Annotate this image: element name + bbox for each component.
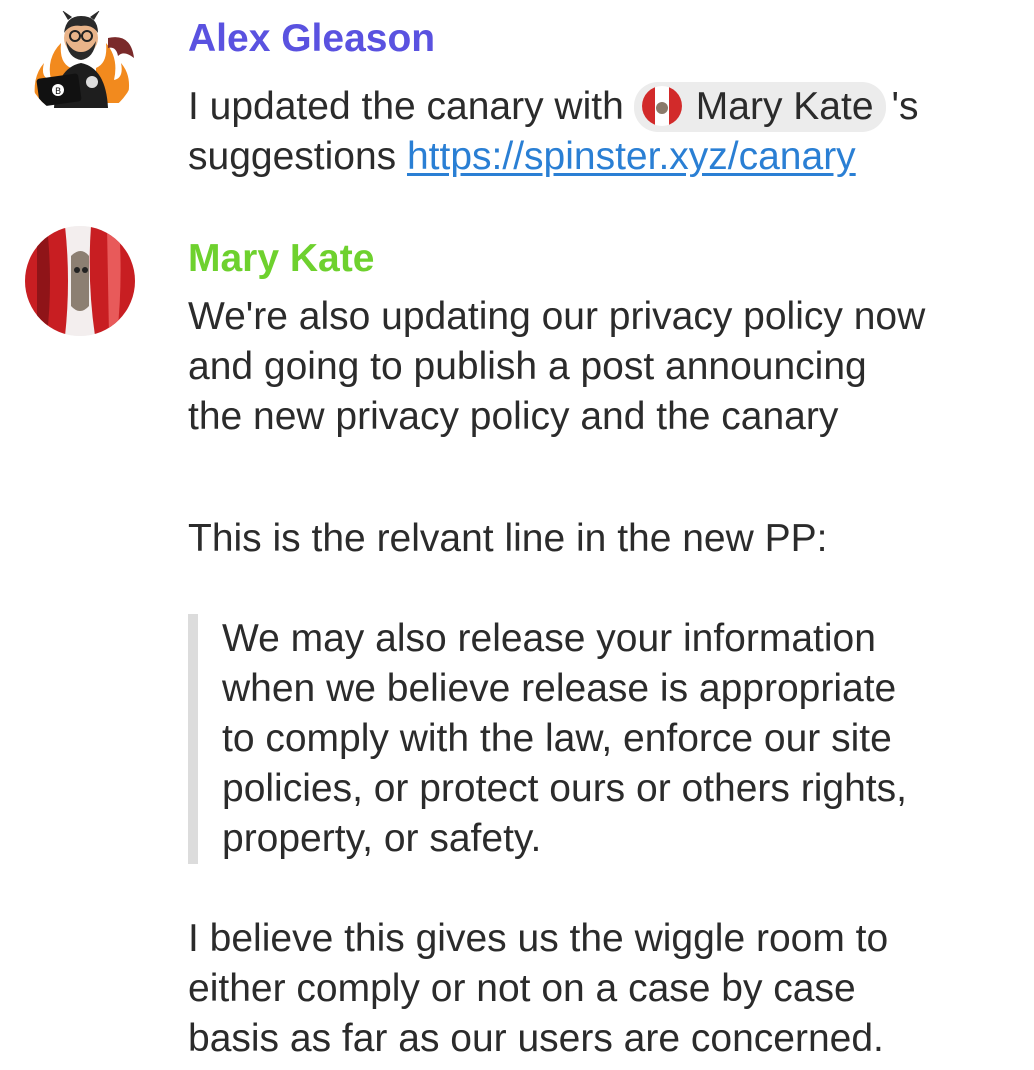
message-body: We're also updating our privacy policy n…: [188, 292, 1018, 442]
message-line: We're also updating our privacy policy n…: [188, 295, 926, 338]
sender-name[interactable]: Alex Gleason: [188, 16, 435, 62]
message-line: either comply or not on a case by case: [188, 967, 856, 1010]
quote-line: We may also release your information: [222, 617, 876, 660]
message-line: I believe this gives us the wiggle room …: [188, 917, 889, 960]
message-text: suggestions: [188, 135, 397, 178]
quote-line: policies, or protect ours or others righ…: [222, 767, 907, 810]
quote-line: to comply with the law, enforce our site: [222, 717, 892, 760]
canary-link[interactable]: https://spinster.xyz/canary: [407, 135, 856, 178]
message-line: the new privacy policy and the canary: [188, 395, 839, 438]
message-line: basis as far as our users are concerned.: [188, 1017, 884, 1060]
message-line: and going to publish a post announcing: [188, 345, 867, 388]
user-mention-chip[interactable]: Mary Kate: [633, 82, 886, 132]
user-avatar-icon: [641, 85, 682, 126]
message-paragraph: I believe this gives us the wiggle room …: [188, 914, 1018, 1064]
message-line: This is the relvant line in the new PP:: [188, 517, 828, 560]
quote-line: property, or safety.: [222, 817, 542, 860]
message-text: I updated the canary with: [188, 85, 624, 128]
message-paragraph: This is the relvant line in the new PP:: [188, 514, 1018, 564]
message-line: I updated the canary with Mary Kate 's: [188, 82, 1018, 132]
sender-name[interactable]: Mary Kate: [188, 236, 374, 282]
message-line: suggestions https://spinster.xyz/canary: [188, 132, 1018, 182]
red-curtain-cat-avatar-icon[interactable]: [25, 226, 135, 336]
message-text: 's: [891, 85, 919, 128]
message-body: I updated the canary with Mary Kate 's sug…: [188, 82, 1018, 182]
developer-devil-avatar-icon[interactable]: B: [26, 8, 136, 118]
blockquote: We may also release your information whe…: [188, 614, 1034, 864]
svg-text:B: B: [55, 87, 61, 97]
mention-name: Mary Kate: [695, 85, 874, 128]
quote-line: when we believe release is appropriate: [222, 667, 897, 710]
